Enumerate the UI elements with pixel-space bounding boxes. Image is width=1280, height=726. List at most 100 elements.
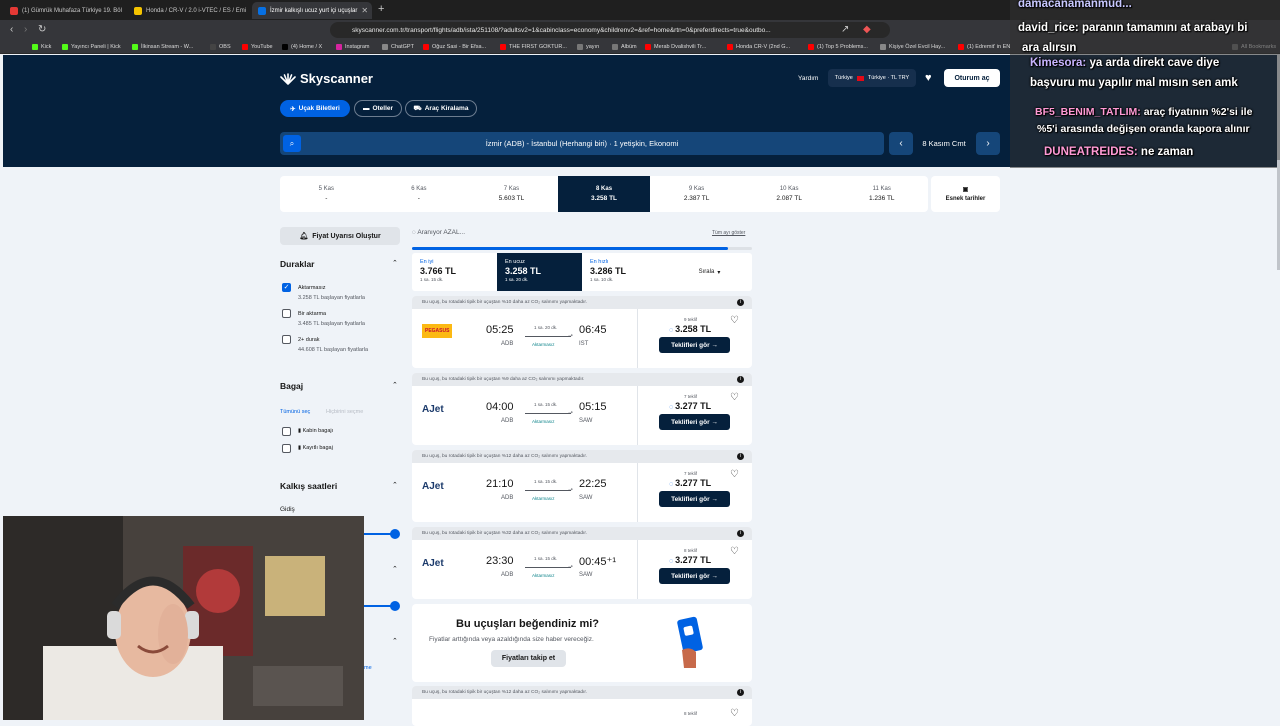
- stops-direct-checkbox[interactable]: ✓: [282, 283, 291, 292]
- selected-date[interactable]: 8 Kasım Cmt: [916, 132, 972, 155]
- flight-card[interactable]: Bu uçuş, bu rotadaki tipik bir uçuştan %…: [412, 373, 752, 445]
- track-prices-button[interactable]: Fiyatları takip et: [491, 650, 566, 667]
- flight-duration: 1 sa. 15 dk.: [534, 402, 558, 407]
- chevron-up-icon[interactable]: ⌃: [392, 481, 398, 489]
- arrival-airport: SAW: [579, 418, 593, 424]
- clear-all-link[interactable]: Hiçbirini seçme: [326, 409, 363, 415]
- bookmark-item[interactable]: Yayıncı Paneli | Kick: [62, 42, 121, 52]
- chevron-up-icon[interactable]: ⌃: [392, 259, 398, 267]
- flight-card[interactable]: Bu uçuş, bu rotadaki tipik bir uçuştan %…: [412, 450, 752, 522]
- bookmark-item[interactable]: Kişiye Özel Evcil Hay...: [880, 42, 945, 52]
- tab-hotels[interactable]: ▬ Oteller: [354, 100, 402, 117]
- checked-bag-checkbox[interactable]: [282, 444, 291, 453]
- cabin-bag-checkbox[interactable]: [282, 427, 291, 436]
- sort-tab-price: 3.258 TL: [505, 266, 542, 276]
- price-alert-button[interactable]: 🔔︎ Fiyat Uyarısı Oluştur: [280, 227, 400, 245]
- flight-card[interactable]: Bu uçuş, bu rotadaki tipik bir uçuştan %…: [412, 527, 752, 599]
- date-cell[interactable]: 6 Kas -: [373, 176, 466, 212]
- chat-message: DUNEATREIDES: ne zaman: [1044, 146, 1193, 158]
- stops-two-plus-checkbox[interactable]: [282, 335, 291, 344]
- bookmark-item[interactable]: Merab Dvalishvili Tr...: [645, 42, 706, 52]
- stops-one-checkbox[interactable]: [282, 309, 291, 318]
- date-cell[interactable]: 10 Kas 2.087 TL: [743, 176, 836, 212]
- flexible-dates-button[interactable]: ▣ Esnek tarihler: [931, 176, 1000, 212]
- bookmark-item[interactable]: (1) Top 5 Problems...: [808, 42, 868, 52]
- next-date-button[interactable]: ›: [976, 132, 1000, 155]
- bookmark-item[interactable]: İlkinsan Stream - W...: [132, 42, 193, 52]
- close-tab-icon[interactable]: ✕: [361, 6, 368, 15]
- sort-tab-best[interactable]: En iyi 3.766 TL 1 sa. 15 dk.: [412, 253, 497, 291]
- heart-outline-icon[interactable]: ♡: [730, 392, 739, 403]
- bookmark-item[interactable]: Albüm: [612, 42, 637, 52]
- flight-card[interactable]: Bu uçuş, bu rotadaki tipik bir uçuştan %…: [412, 296, 752, 368]
- chevron-up-icon[interactable]: ⌃: [392, 381, 398, 389]
- bookmark-item[interactable]: (4) Home / X: [282, 42, 322, 52]
- sort-tab-cheapest[interactable]: En ucuz 3.258 TL 1 sa. 20 dk.: [497, 253, 582, 291]
- search-summary-bar[interactable]: İzmir (ADB) - İstanbul (Herhangi biri) ·…: [280, 132, 884, 155]
- bookmark-item[interactable]: OBS: [210, 42, 231, 52]
- show-whole-month-link[interactable]: Tüm ayı göster: [712, 230, 745, 236]
- new-tab-icon[interactable]: +: [378, 3, 384, 15]
- arrival-airport: SAW: [579, 572, 593, 578]
- previous-date-button[interactable]: ‹: [889, 132, 913, 155]
- forward-icon[interactable]: ›: [24, 24, 27, 35]
- bookmark-item[interactable]: Kick: [32, 42, 51, 52]
- duration-slider-handle[interactable]: [390, 601, 400, 611]
- bookmark-item[interactable]: Instagram: [336, 42, 369, 52]
- date-price: 2.387 TL: [683, 195, 710, 202]
- view-deals-button[interactable]: Teklifleri gör →: [659, 568, 730, 584]
- search-icon[interactable]: ⌕: [283, 135, 301, 152]
- skyscanner-logo[interactable]: Skyscanner: [280, 71, 373, 86]
- login-button[interactable]: Oturum aç: [944, 69, 1000, 87]
- bookmark-item[interactable]: Oğuz Sasi - Bir Efsa...: [423, 42, 486, 52]
- info-icon[interactable]: i: [737, 453, 744, 460]
- reload-icon[interactable]: ↻: [38, 24, 46, 35]
- bookmark-item[interactable]: yayın: [577, 42, 599, 52]
- browser-tab[interactable]: (1) Gümrük Muhafaza Türkiye 19. Böl: [4, 2, 124, 19]
- bookmark-item[interactable]: THE FIRST GOKTUR...: [500, 42, 567, 52]
- browser-tab[interactable]: Honda / CR-V / 2.0 i-VTEC / ES / Emi: [128, 2, 248, 19]
- bookmark-item[interactable]: ChatGPT: [382, 42, 414, 52]
- heart-outline-icon[interactable]: ♡: [730, 546, 739, 557]
- tab-car-hire-label: Araç Kiralama: [424, 105, 469, 112]
- date-cell[interactable]: 9 Kas 2.387 TL: [650, 176, 743, 212]
- info-icon[interactable]: i: [737, 530, 744, 537]
- tab-car-hire[interactable]: ⛟ Araç Kiralama: [405, 100, 477, 117]
- saved-heart-icon[interactable]: ♥: [925, 72, 932, 84]
- chevron-up-icon[interactable]: ⌃: [392, 565, 398, 573]
- help-link[interactable]: Yardım: [798, 75, 818, 82]
- heart-outline-icon[interactable]: ♡: [730, 315, 739, 326]
- date-cell[interactable]: 7 Kas 5.603 TL: [465, 176, 558, 212]
- partial-link[interactable]: me: [364, 665, 372, 671]
- departure-slider-handle[interactable]: [390, 529, 400, 539]
- sort-dropdown[interactable]: Sırala ▾: [667, 253, 752, 291]
- bookmark-item[interactable]: YouTube: [242, 42, 273, 52]
- chevron-up-icon[interactable]: ⌃: [392, 637, 398, 645]
- heart-outline-icon[interactable]: ♡: [730, 708, 739, 719]
- bookmark-item[interactable]: Honda CR-V (2nd G...: [727, 42, 790, 52]
- date-cell[interactable]: 8 Kas 3.258 TL: [557, 176, 651, 212]
- back-icon[interactable]: ‹: [10, 24, 13, 35]
- date-cell[interactable]: 5 Kas -: [280, 176, 373, 212]
- view-deals-button[interactable]: Teklifleri gör →: [659, 414, 730, 430]
- url-bar[interactable]: skyscanner.com.tr/transport/flights/adb/…: [330, 22, 890, 38]
- heart-outline-icon[interactable]: ♡: [730, 469, 739, 480]
- eco-banner: Bu uçuş, bu rotadaki tipik bir uçuştan %…: [412, 527, 752, 540]
- info-icon[interactable]: i: [737, 689, 744, 696]
- view-deals-button[interactable]: Teklifleri gör →: [659, 337, 730, 353]
- bookmark-item[interactable]: (1) Edremit' in EN: [958, 42, 1010, 52]
- browser-tab-active[interactable]: İzmir kalkışlı ucuz yurt içi uçuşlar ✕: [252, 2, 372, 19]
- brave-shield-icon[interactable]: ◆: [863, 24, 871, 35]
- date-day: 10 Kas: [779, 186, 799, 192]
- locale-selector[interactable]: Türkiye Türkiye · TL TRY: [828, 69, 916, 87]
- view-deals-button[interactable]: Teklifleri gör →: [659, 491, 730, 507]
- sort-tab-fastest[interactable]: En hızlı 3.286 TL 1 sa. 10 dk.: [582, 253, 667, 291]
- flight-card-partial[interactable]: Bu uçuş, bu rotadaki tipik bir uçuştan %…: [412, 686, 752, 726]
- date-cell[interactable]: 11 Kas 1.236 TL: [835, 176, 928, 212]
- info-icon[interactable]: i: [737, 299, 744, 306]
- tab-flights[interactable]: ✈ Uçak Biletleri: [280, 100, 350, 117]
- chat-message: BF5_BENIM_TATLIM: araç fiyatının %2'si i…: [1035, 106, 1252, 118]
- info-icon[interactable]: i: [737, 376, 744, 383]
- select-all-link[interactable]: Tümünü seç: [280, 409, 310, 415]
- share-icon[interactable]: ↗: [841, 24, 849, 35]
